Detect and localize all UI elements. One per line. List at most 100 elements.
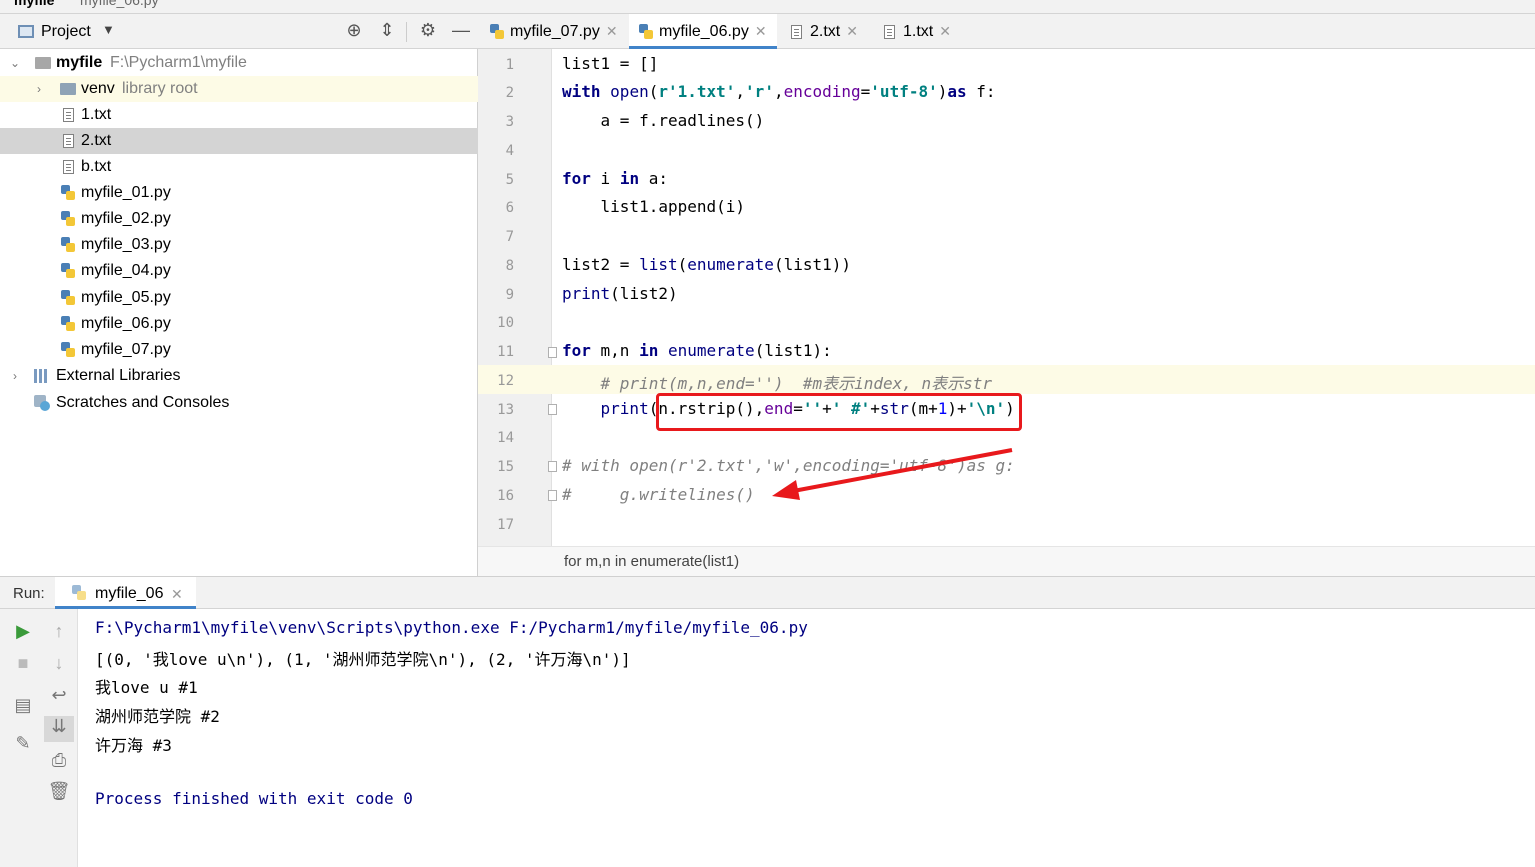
breadcrumb-project[interactable]: myfile [14,0,54,8]
console-output-line: [(0, '我love u\n'), (1, '湖州师范学院\n'), (2, … [95,650,631,669]
tree-item-label: myfile_07.py [81,341,171,358]
breadcrumb-file[interactable]: myfile_06.py [80,0,159,8]
line-number: 17 [497,517,514,533]
console-exit-status: Process finished with exit code 0 [95,789,413,808]
console-output-line: 湖州师范学院 #2 [95,707,220,726]
code-line: list2 = list(enumerate(list1)) [562,255,851,274]
chevron-down-icon[interactable]: ▼ [102,22,115,37]
chevron-right-icon[interactable]: › [9,363,21,389]
tab-1-txt[interactable]: 1.txt ✕ [883,14,968,49]
fold-marker-icon[interactable] [548,461,557,472]
python-file-icon [61,342,75,358]
locate-icon[interactable]: ⊕ [343,20,365,41]
code-line: # print(m,n,end='') #m表示index, n表示str [600,374,993,393]
fold-marker-icon[interactable] [548,490,557,501]
tree-item-label: Scratches and Consoles [56,394,230,411]
code-line: with open(r'1.txt','r',encoding='utf-8')… [562,82,996,101]
tree-item-file[interactable]: 1.txt [0,102,478,128]
tree-item-label: myfile_01.py [81,184,171,201]
tree-item-file[interactable]: myfile_07.py [0,337,478,363]
line-number: 11 [497,344,514,360]
wrap-icon[interactable]: ↩ [46,685,72,706]
trash-icon[interactable]: 🗑 [46,781,72,802]
code-line: list1 = [] [562,54,659,73]
tree-item-label: 2.txt [81,132,112,149]
line-number: 1 [505,57,514,73]
tree-item-file-selected[interactable]: 2.txt [0,128,478,154]
tree-item-file[interactable]: myfile_05.py [0,285,478,311]
line-number: 10 [497,315,514,331]
folder-icon [35,57,51,69]
tree-item-label: myfile_06.py [81,315,171,332]
close-icon[interactable]: ✕ [755,23,767,39]
python-file-icon [61,211,75,227]
python-file-icon [639,23,653,40]
python-file-icon [72,585,86,601]
collapse-icon[interactable]: ⇕ [376,20,398,41]
tree-root-myfile[interactable]: ⌄ myfile F:\Pycharm1\myfile [0,50,478,76]
tab-myfile-06[interactable]: myfile_06.py ✕ [629,14,777,49]
line-number: 14 [497,430,514,446]
code-line: print(list2) [562,284,678,303]
console-output-line: 我love u #1 [95,678,198,697]
layout-icon[interactable]: ▤ [10,695,36,716]
rerun-down-icon[interactable]: ↓ [46,653,72,674]
rerun-up-icon[interactable]: ↑ [46,621,72,642]
tree-item-label: myfile_02.py [81,210,171,227]
breadcrumb-scope[interactable]: for m,n in enumerate(list1) [564,553,739,570]
editor-breadcrumb: for m,n in enumerate(list1) [478,546,1535,576]
run-label: Run: [13,585,45,602]
tree-item-scratches[interactable]: Scratches and Consoles [0,390,478,416]
chevron-right-icon[interactable]: › [33,76,45,102]
line-number: 4 [505,143,514,159]
tab-2-txt[interactable]: 2.txt ✕ [790,14,875,49]
tree-item-label: External Libraries [56,367,181,384]
tree-item-label: venv [81,80,115,97]
stop-icon[interactable]: ■ [10,653,36,674]
tree-item-file[interactable]: myfile_01.py [0,180,478,206]
tree-item-file[interactable]: myfile_06.py [0,311,478,337]
text-file-icon [63,134,74,148]
run-icon[interactable]: ▶ [10,621,36,642]
tree-item-venv[interactable]: › venv library root [0,76,478,102]
scroll-end-icon[interactable]: ⇊ [44,716,74,742]
scratches-icon [34,395,50,411]
annotation-box [656,393,1022,431]
close-icon[interactable]: ✕ [606,23,618,39]
tree-item-file[interactable]: myfile_03.py [0,232,478,258]
run-panel-header: Run: myfile_06 ✕ [0,577,1535,609]
line-number: 3 [505,114,514,130]
print-icon[interactable]: ⎙ [46,750,72,771]
chevron-down-icon[interactable]: ⌄ [9,50,21,76]
line-number: 6 [505,200,514,216]
line-number: 2 [505,85,514,101]
tree-root-name: myfile [56,54,103,71]
text-file-icon [790,24,804,40]
pin-icon[interactable]: ✎ [10,733,36,754]
tree-item-file[interactable]: b.txt [0,154,478,180]
close-icon[interactable]: ✕ [939,23,951,39]
tree-root-path: F:\Pycharm1\myfile [110,54,247,71]
gear-icon[interactable]: ⚙ [417,20,439,41]
close-icon[interactable]: ✕ [846,23,858,39]
python-file-icon [61,316,75,332]
minimize-icon[interactable]: — [450,20,472,41]
tree-item-label: myfile_03.py [81,236,171,253]
navigation-bar: myfile myfile_06.py [0,0,1535,14]
line-number: 13 [497,402,514,418]
tree-item-label: myfile_05.py [81,289,171,306]
project-panel-title[interactable]: Project [41,23,91,41]
line-number: 7 [505,229,514,245]
python-file-icon [61,290,75,306]
tree-item-file[interactable]: myfile_04.py [0,258,478,284]
run-tab-myfile-06[interactable]: myfile_06 ✕ [55,577,196,609]
fold-marker-icon[interactable] [548,347,557,358]
close-icon[interactable]: ✕ [171,586,183,603]
project-icon [18,25,34,38]
run-toolbar: ▶ ↑ ■ ↓ ↩ ▤ ⇊ ✎ ⎙ 🗑 [0,609,78,867]
fold-marker-icon[interactable] [548,404,557,415]
tree-item-external-libraries[interactable]: › External Libraries [0,363,478,389]
tab-myfile-07[interactable]: myfile_07.py ✕ [490,14,628,49]
tree-item-file[interactable]: myfile_02.py [0,206,478,232]
text-file-icon [883,24,897,40]
